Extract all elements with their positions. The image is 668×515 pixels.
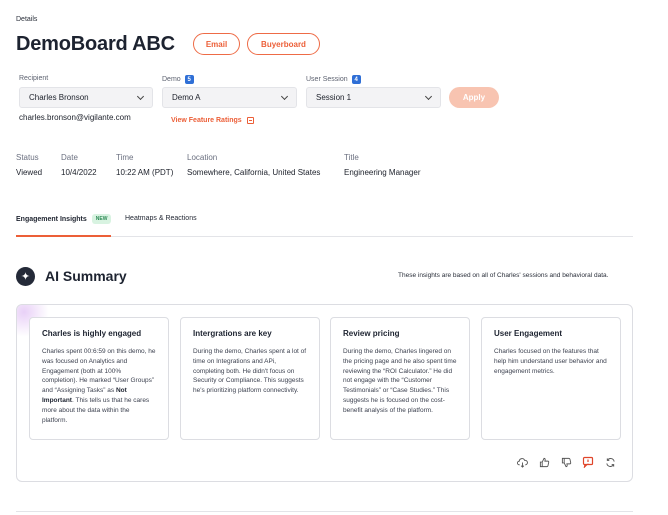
date-value: 10/4/2022	[61, 168, 97, 177]
insights-note: These insights are based on all of Charl…	[398, 272, 609, 279]
demo-label: Demo 5	[162, 75, 194, 84]
refresh-icon[interactable]	[604, 456, 616, 468]
insight-card-text: Charles focused on the features that hel…	[494, 348, 607, 375]
insight-card-text: Charles spent 00:6:59 on this demo, he w…	[42, 347, 156, 425]
session-value: Session 1	[316, 93, 352, 102]
view-feature-ratings-label: View Feature Ratings	[171, 117, 242, 124]
apply-button[interactable]: Apply	[449, 87, 499, 108]
breadcrumb: Details	[16, 16, 38, 23]
cloud-download-icon[interactable]	[516, 456, 528, 468]
insight-card-text: During the demo, Charles spent a lot of …	[193, 348, 307, 395]
insight-card-user-engagement: User Engagement Charles focused on the f…	[481, 317, 621, 440]
buyerboard-button[interactable]: Buyerboard	[247, 33, 320, 55]
insight-card-title: Charles is highly engaged	[42, 329, 142, 338]
sparkle-icon: ✦	[16, 267, 35, 286]
active-tab-indicator	[16, 235, 111, 237]
insight-card-title: User Engagement	[494, 329, 563, 338]
demo-select[interactable]: Demo A	[162, 87, 297, 108]
flag-icon[interactable]	[582, 456, 594, 468]
ai-summary-title: AI Summary	[45, 268, 127, 284]
recipient-label: Recipient	[19, 75, 48, 82]
session-select[interactable]: Session 1	[306, 87, 441, 108]
recipient-select[interactable]: Charles Bronson	[19, 87, 153, 108]
page-title: DemoBoard ABC	[16, 33, 175, 55]
demo-count-badge: 5	[184, 75, 194, 84]
session-count-badge: 4	[351, 75, 361, 84]
chevron-down-icon	[280, 92, 289, 100]
insight-card-title: Intergrations are key	[193, 329, 272, 338]
recipient-value: Charles Bronson	[29, 93, 89, 102]
thumbs-down-icon[interactable]	[560, 456, 572, 468]
recipient-email: charles.bronson@vigilante.com	[19, 113, 131, 122]
chevron-down-icon	[136, 92, 145, 100]
insight-card-text: During the demo, Charles lingered on the…	[343, 348, 457, 414]
title-value: Engineering Manager	[344, 168, 421, 177]
tab-heatmaps-reactions[interactable]: Heatmaps & Reactions	[125, 215, 197, 222]
session-label: User Session 4	[306, 75, 361, 84]
list-icon	[246, 117, 254, 124]
time-value: 10:22 AM (PDT)	[116, 168, 174, 177]
location-value: Somewhere, California, United States	[187, 168, 321, 177]
demo-value: Demo A	[172, 93, 201, 102]
demo-label-text: Demo	[162, 76, 181, 83]
email-button[interactable]: Email	[193, 33, 240, 55]
status-label: Status	[16, 153, 39, 162]
insight-card-engaged: Charles is highly engaged Charles spent …	[29, 317, 169, 440]
insight-card-pricing: Review pricing During the demo, Charles …	[330, 317, 470, 440]
chevron-down-icon	[424, 92, 433, 100]
date-label: Date	[61, 153, 78, 162]
time-label: Time	[116, 153, 134, 162]
view-feature-ratings-link[interactable]: View Feature Ratings	[171, 117, 254, 124]
ai-summary-panel: Charles is highly engaged Charles spent …	[16, 304, 633, 482]
tab-engagement-label: Engagement Insights	[16, 215, 87, 223]
insight-card-title: Review pricing	[343, 329, 400, 338]
new-badge: NEW	[91, 214, 112, 224]
tab-engagement-insights[interactable]: Engagement Insights NEW	[16, 214, 112, 224]
insight-text-part: Charles spent 00:6:59 on this demo, he w…	[42, 348, 156, 395]
recipient-label-text: Recipient	[19, 75, 49, 82]
location-label: Location	[187, 153, 218, 162]
status-value: Viewed	[16, 168, 43, 177]
insight-card-integrations: Intergrations are key During the demo, C…	[180, 317, 320, 440]
title-label: Title	[344, 153, 359, 162]
thumbs-up-icon[interactable]	[538, 456, 550, 468]
section-divider	[16, 511, 633, 512]
session-label-text: User Session	[306, 76, 348, 83]
feedback-actions	[516, 456, 616, 468]
